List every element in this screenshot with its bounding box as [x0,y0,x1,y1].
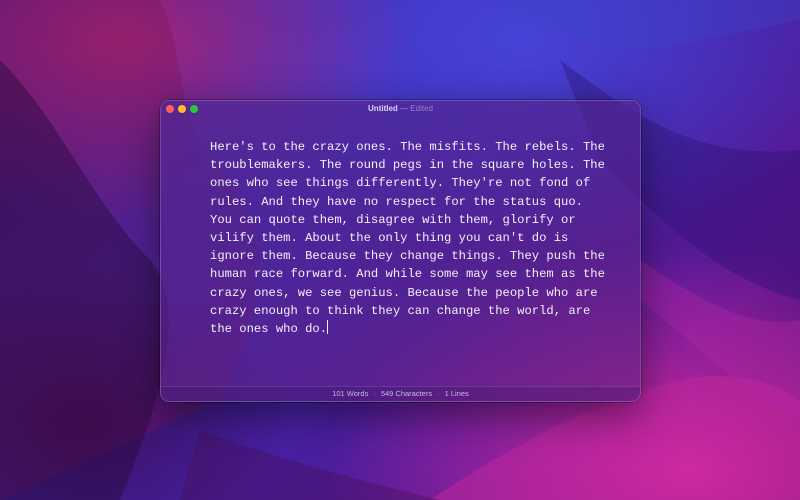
editor-line: rules. And they have no respect for the … [210,194,583,209]
editor-line: crazy enough to think they can change th… [210,303,591,318]
editor-line: crazy ones, we see genius. Because the p… [210,285,598,300]
character-count: 549 Characters [380,389,433,398]
document-edited-status: Edited [410,104,433,113]
status-separator: · [373,389,376,398]
window-title: Untitled — Edited [161,103,640,115]
status-bar: 101 Words · 549 Characters · 1 Lines [161,386,640,401]
document-name: Untitled [368,104,398,113]
editor-line: You can quote them, disagree with them, … [210,212,576,227]
text-editor-area[interactable]: Here's to the crazy ones. The misfits. T… [210,138,605,338]
editor-line: troublemakers. The round pegs in the squ… [210,158,605,173]
title-bar[interactable]: Untitled — Edited [161,101,640,117]
editor-last-line: the ones who do. [210,320,600,338]
editor-line: Here's to the crazy ones. The misfits. T… [210,140,605,154]
text-editor-window[interactable]: Untitled — Edited Here's to the crazy on… [160,100,641,402]
word-count: 101 Words [332,389,369,398]
editor-line: vilify them. About the only thing you ca… [210,231,569,246]
status-separator: · [437,389,440,398]
line-count: 1 Lines [444,389,469,398]
editor-line: human race forward. And while some may s… [210,267,605,282]
editor-line: the ones who do. [210,322,328,337]
text-cursor [327,320,329,335]
editor-line: ones who see things differently. They're… [210,176,591,191]
editor-line: ignore them. Because they change things.… [210,249,605,264]
title-separator: — [400,104,409,113]
